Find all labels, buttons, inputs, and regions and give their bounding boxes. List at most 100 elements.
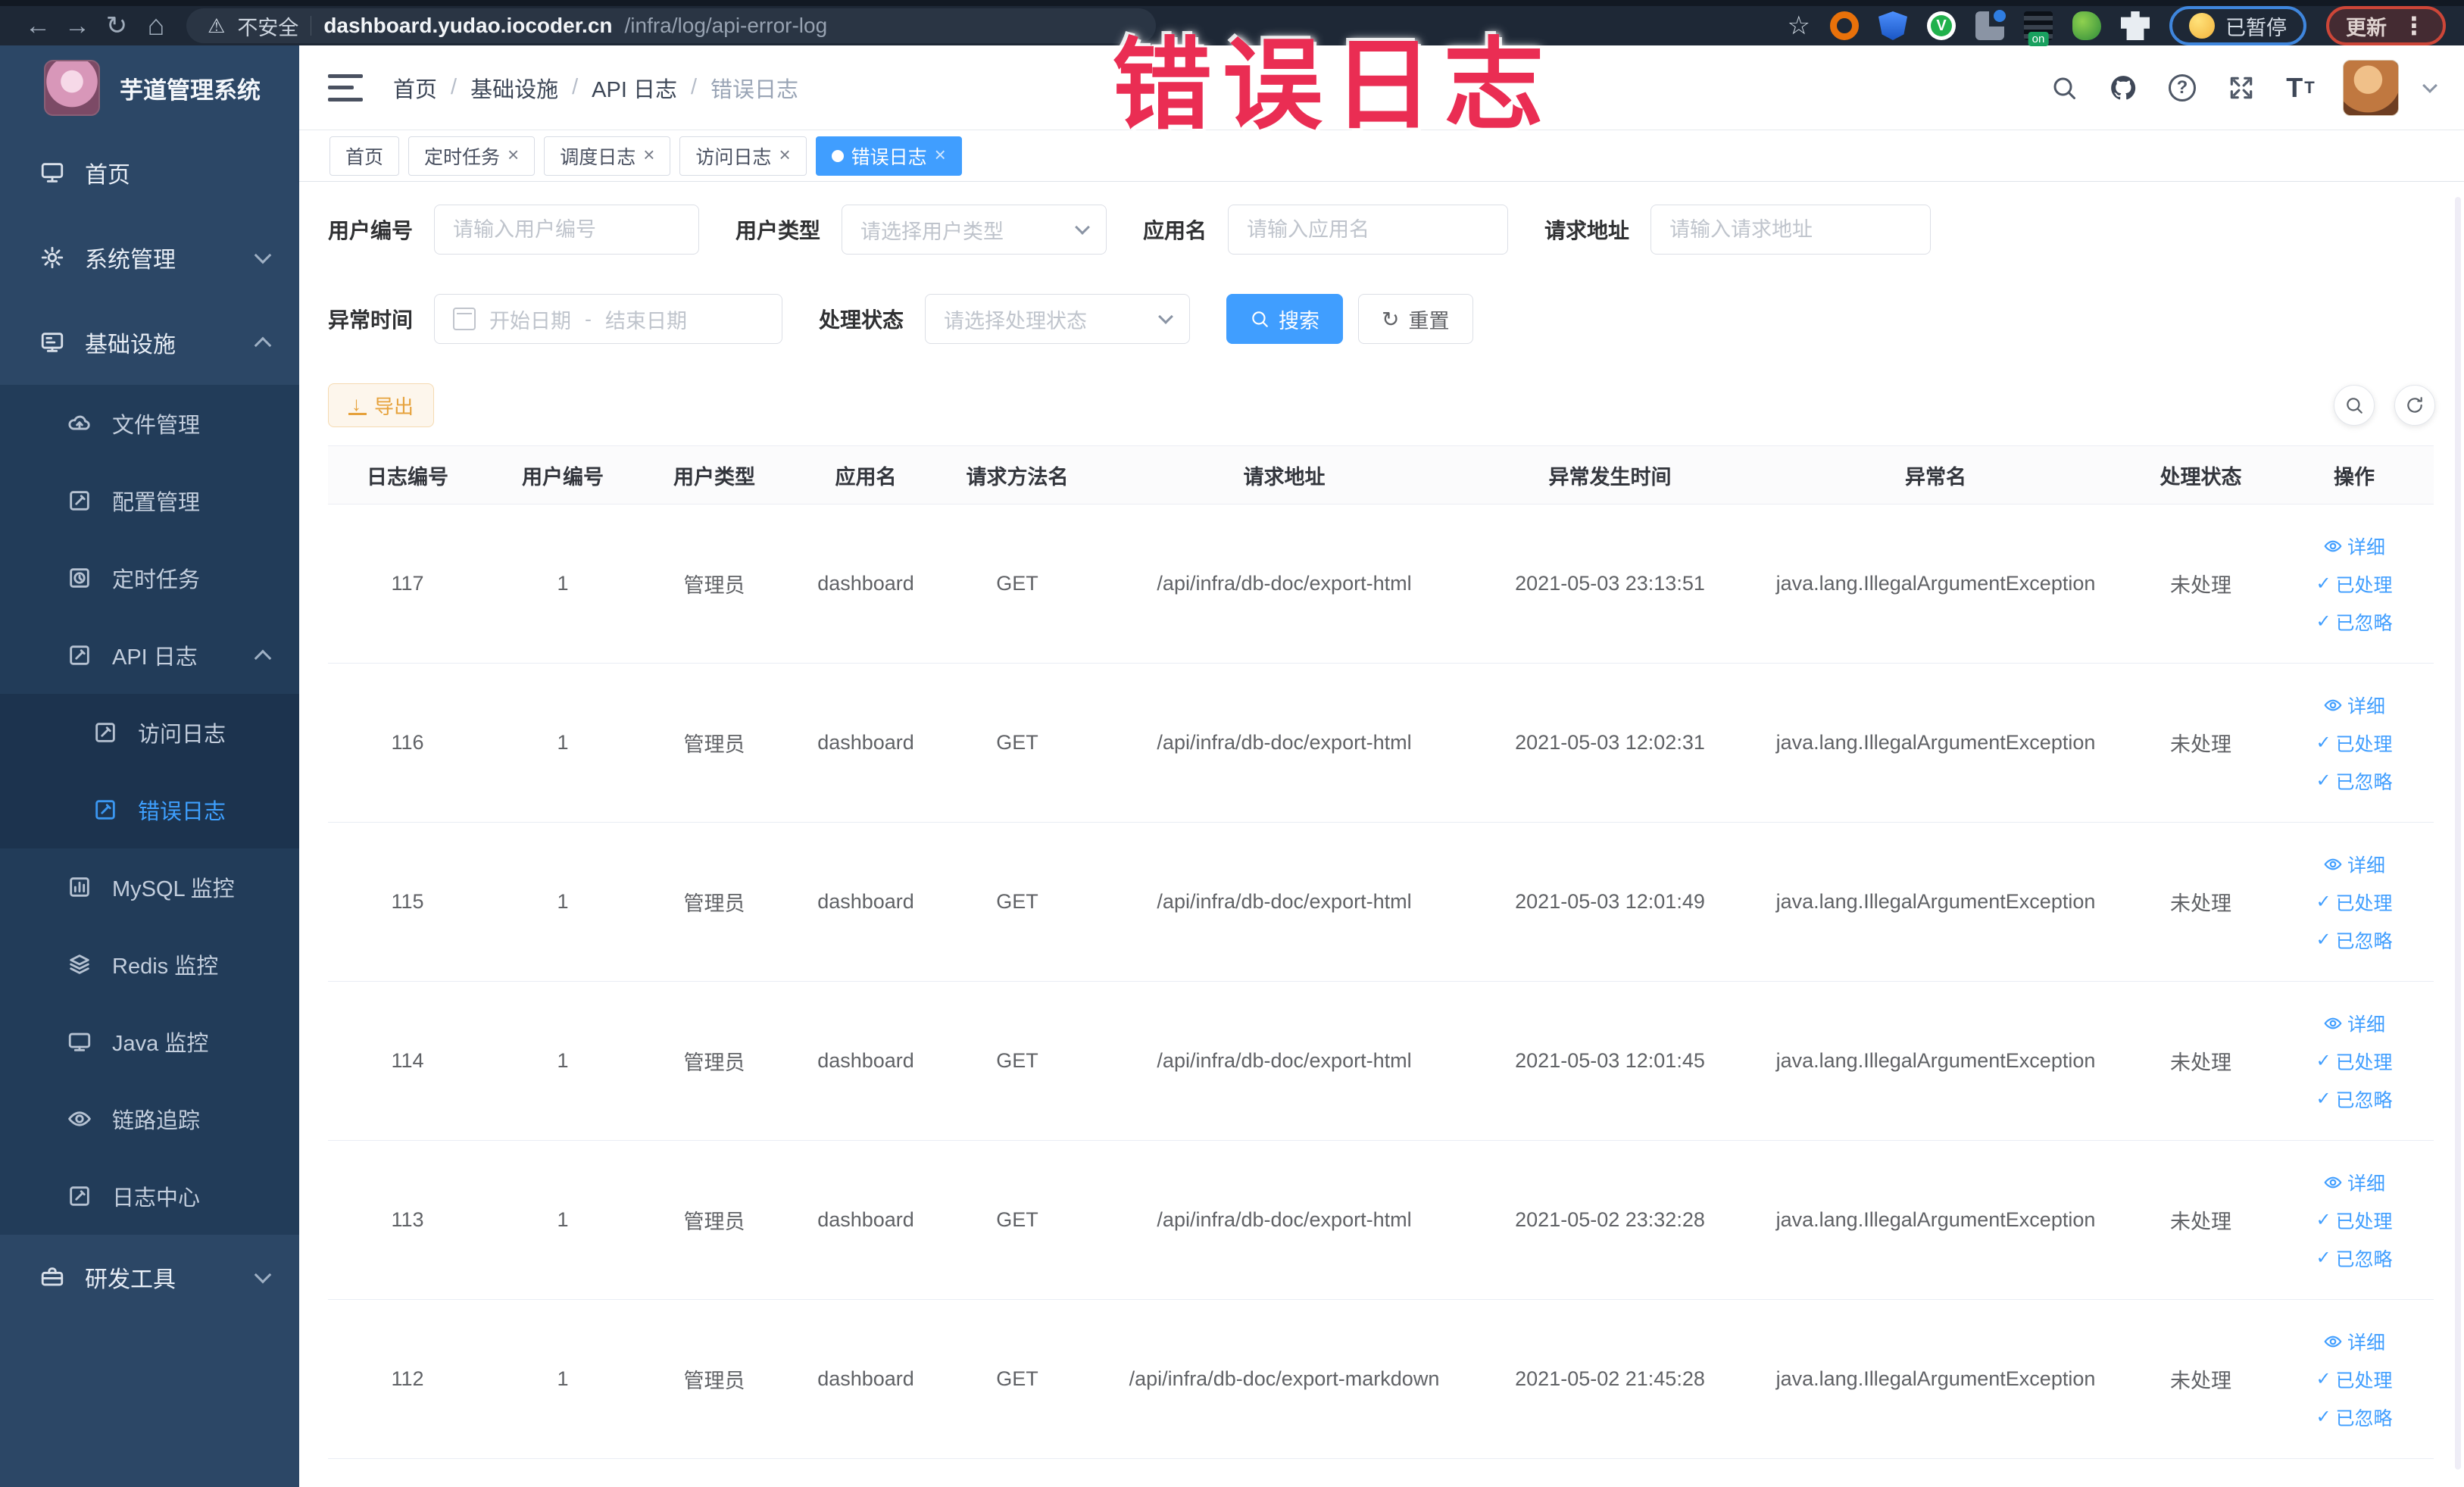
extension-icon-grid[interactable] <box>1975 10 2006 40</box>
breadcrumb-separator: / <box>690 75 698 99</box>
paused-profile-pill[interactable]: 已暂停 <box>2169 6 2306 45</box>
browser-update-pill[interactable]: 更新 <box>2326 6 2446 45</box>
close-icon[interactable] <box>779 145 790 167</box>
tab-dispatch-log[interactable]: 调度日志 <box>544 136 671 176</box>
dashboard-icon <box>41 163 64 183</box>
sidebar-item-java-monitor[interactable]: Java 监控 <box>0 1003 299 1080</box>
sidebar-item-config-management[interactable]: 配置管理 <box>0 462 299 539</box>
toggle-search-button[interactable] <box>2334 385 2375 426</box>
detail-link[interactable]: 详细 <box>2323 692 2385 719</box>
user-type-select[interactable]: 请选择用户类型 <box>842 205 1107 255</box>
mark-ignored-link[interactable]: 已忽略 <box>2316 767 2393 795</box>
sidebar-item-tracing[interactable]: 链路追踪 <box>0 1080 299 1157</box>
font-size-icon[interactable] <box>2284 71 2317 105</box>
bookmark-star-icon[interactable] <box>1788 11 1810 41</box>
close-icon[interactable] <box>935 145 946 167</box>
sidebar-item-label: 日志中心 <box>112 1186 201 1211</box>
sidebar-item-file-management[interactable]: 文件管理 <box>0 385 299 462</box>
browser-back-icon[interactable] <box>18 6 58 45</box>
extension-icon-orange[interactable] <box>1830 11 1859 40</box>
mark-processed-link[interactable]: 已处理 <box>2316 729 2393 757</box>
extension-icon-shield[interactable] <box>1878 11 1907 40</box>
extension-icon-green-v[interactable]: V <box>1927 11 1956 40</box>
mark-processed-link[interactable]: 已处理 <box>2316 889 2393 916</box>
mark-ignored-link[interactable]: 已忽略 <box>2316 1245 2393 1272</box>
mark-ignored-link[interactable]: 已忽略 <box>2316 1404 2393 1431</box>
detail-link[interactable]: 详细 <box>2323 851 2385 878</box>
cell-exception-name: java.lang.IllegalArgumentException <box>1744 822 2127 982</box>
detail-link[interactable]: 详细 <box>2323 1328 2385 1355</box>
close-icon[interactable] <box>507 145 519 167</box>
extensions-puzzle-icon[interactable] <box>2121 11 2150 40</box>
mark-processed-link[interactable]: 已处理 <box>2316 570 2393 598</box>
browser-reload-icon[interactable] <box>97 6 136 45</box>
mark-ignored-link[interactable]: 已忽略 <box>2316 926 2393 954</box>
sidebar-item-access-log[interactable]: 访问日志 <box>0 694 299 771</box>
extension-icon-on-switch[interactable]: on <box>2024 11 2053 46</box>
sidebar-item-system[interactable]: 系统管理 <box>0 215 299 300</box>
browser-forward-icon[interactable] <box>58 6 97 45</box>
sidebar-item-mysql-monitor[interactable]: MySQL 监控 <box>0 848 299 926</box>
cell-app-name: dashboard <box>790 981 942 1141</box>
sidebar-item-infrastructure[interactable]: 基础设施 <box>0 300 299 385</box>
search-icon <box>2347 398 2363 414</box>
tab-home[interactable]: 首页 <box>329 136 400 176</box>
detail-link[interactable]: 详细 <box>2323 533 2385 560</box>
sidebar-item-scheduled-tasks[interactable]: 定时任务 <box>0 539 299 617</box>
tab-error-log[interactable]: 错误日志 <box>815 136 962 176</box>
github-icon[interactable] <box>2106 71 2140 105</box>
user-avatar[interactable] <box>2343 59 2399 116</box>
breadcrumb-api-log[interactable]: API 日志 <box>592 72 677 104</box>
detail-link[interactable]: 详细 <box>2323 1010 2385 1037</box>
sidebar-item-home[interactable]: 首页 <box>0 130 299 215</box>
mark-processed-link[interactable]: 已处理 <box>2316 1048 2393 1075</box>
user-id-field[interactable] <box>434 205 700 255</box>
reset-button[interactable]: 重置 <box>1358 294 1473 344</box>
process-status-select[interactable]: 请选择处理状态 <box>925 294 1191 344</box>
collapse-sidebar-icon[interactable] <box>328 73 363 102</box>
request-url-input[interactable] <box>1669 217 1913 242</box>
cell-request-url: /api/infra/db-doc/export-html <box>1093 504 1476 664</box>
display-icon <box>68 1032 91 1051</box>
sidebar-item-dev-tools[interactable]: 研发工具 <box>0 1235 299 1320</box>
header-search-icon[interactable] <box>2047 71 2081 105</box>
app-name-field[interactable] <box>1228 205 1509 255</box>
cell-method: GET <box>942 822 1093 982</box>
app-name-input[interactable] <box>1247 217 1490 242</box>
app-logo-row[interactable]: 芋道管理系统 <box>0 45 299 130</box>
browser-menu-icon[interactable] <box>2402 11 2426 40</box>
refresh-table-button[interactable] <box>2394 385 2435 426</box>
tab-access-log[interactable]: 访问日志 <box>679 136 807 176</box>
request-url-label: 请求地址 <box>1544 219 1630 242</box>
date-range-picker[interactable]: 开始日期 - 结束日期 <box>434 294 783 344</box>
help-icon[interactable] <box>2166 71 2199 105</box>
breadcrumb-infrastructure[interactable]: 基础设施 <box>470 72 558 104</box>
sidebar-item-api-log[interactable]: API 日志 <box>0 617 299 694</box>
scrollbar[interactable] <box>2455 197 2461 1470</box>
address-bar[interactable]: 不安全 dashboard.yudao.iocoder.cn /infra/lo… <box>186 8 1156 43</box>
mark-ignored-link[interactable]: 已忽略 <box>2316 608 2393 636</box>
mark-processed-link[interactable]: 已处理 <box>2316 1366 2393 1393</box>
user-id-input[interactable] <box>453 217 681 242</box>
cell-error-time: 2021-05-03 12:01:49 <box>1476 822 1744 982</box>
detail-link[interactable]: 详细 <box>2323 1169 2385 1196</box>
search-icon <box>1252 311 1268 327</box>
sidebar-item-redis-monitor[interactable]: Redis 监控 <box>0 926 299 1003</box>
fullscreen-icon[interactable] <box>2225 71 2258 105</box>
user-menu-caret-icon[interactable] <box>2422 77 2437 93</box>
close-icon[interactable] <box>643 145 654 167</box>
breadcrumb-home[interactable]: 首页 <box>393 72 437 104</box>
mark-ignored-link[interactable]: 已忽略 <box>2316 1086 2393 1113</box>
export-button[interactable]: 导出 <box>328 383 435 427</box>
sidebar-item-error-log[interactable]: 错误日志 <box>0 771 299 848</box>
sidebar-item-log-center[interactable]: 日志中心 <box>0 1157 299 1235</box>
request-url-field[interactable] <box>1650 205 1932 255</box>
update-label: 更新 <box>2346 16 2387 39</box>
cell-request-url: /api/infra/db-doc/export-html <box>1093 1140 1476 1300</box>
tab-scheduled-tasks[interactable]: 定时任务 <box>408 136 536 176</box>
mark-processed-link[interactable]: 已处理 <box>2316 1207 2393 1234</box>
browser-home-icon[interactable] <box>136 6 176 45</box>
search-button[interactable]: 搜索 <box>1226 294 1344 344</box>
cell-method: GET <box>942 1140 1093 1300</box>
extension-icon-leaf[interactable] <box>2072 11 2101 40</box>
